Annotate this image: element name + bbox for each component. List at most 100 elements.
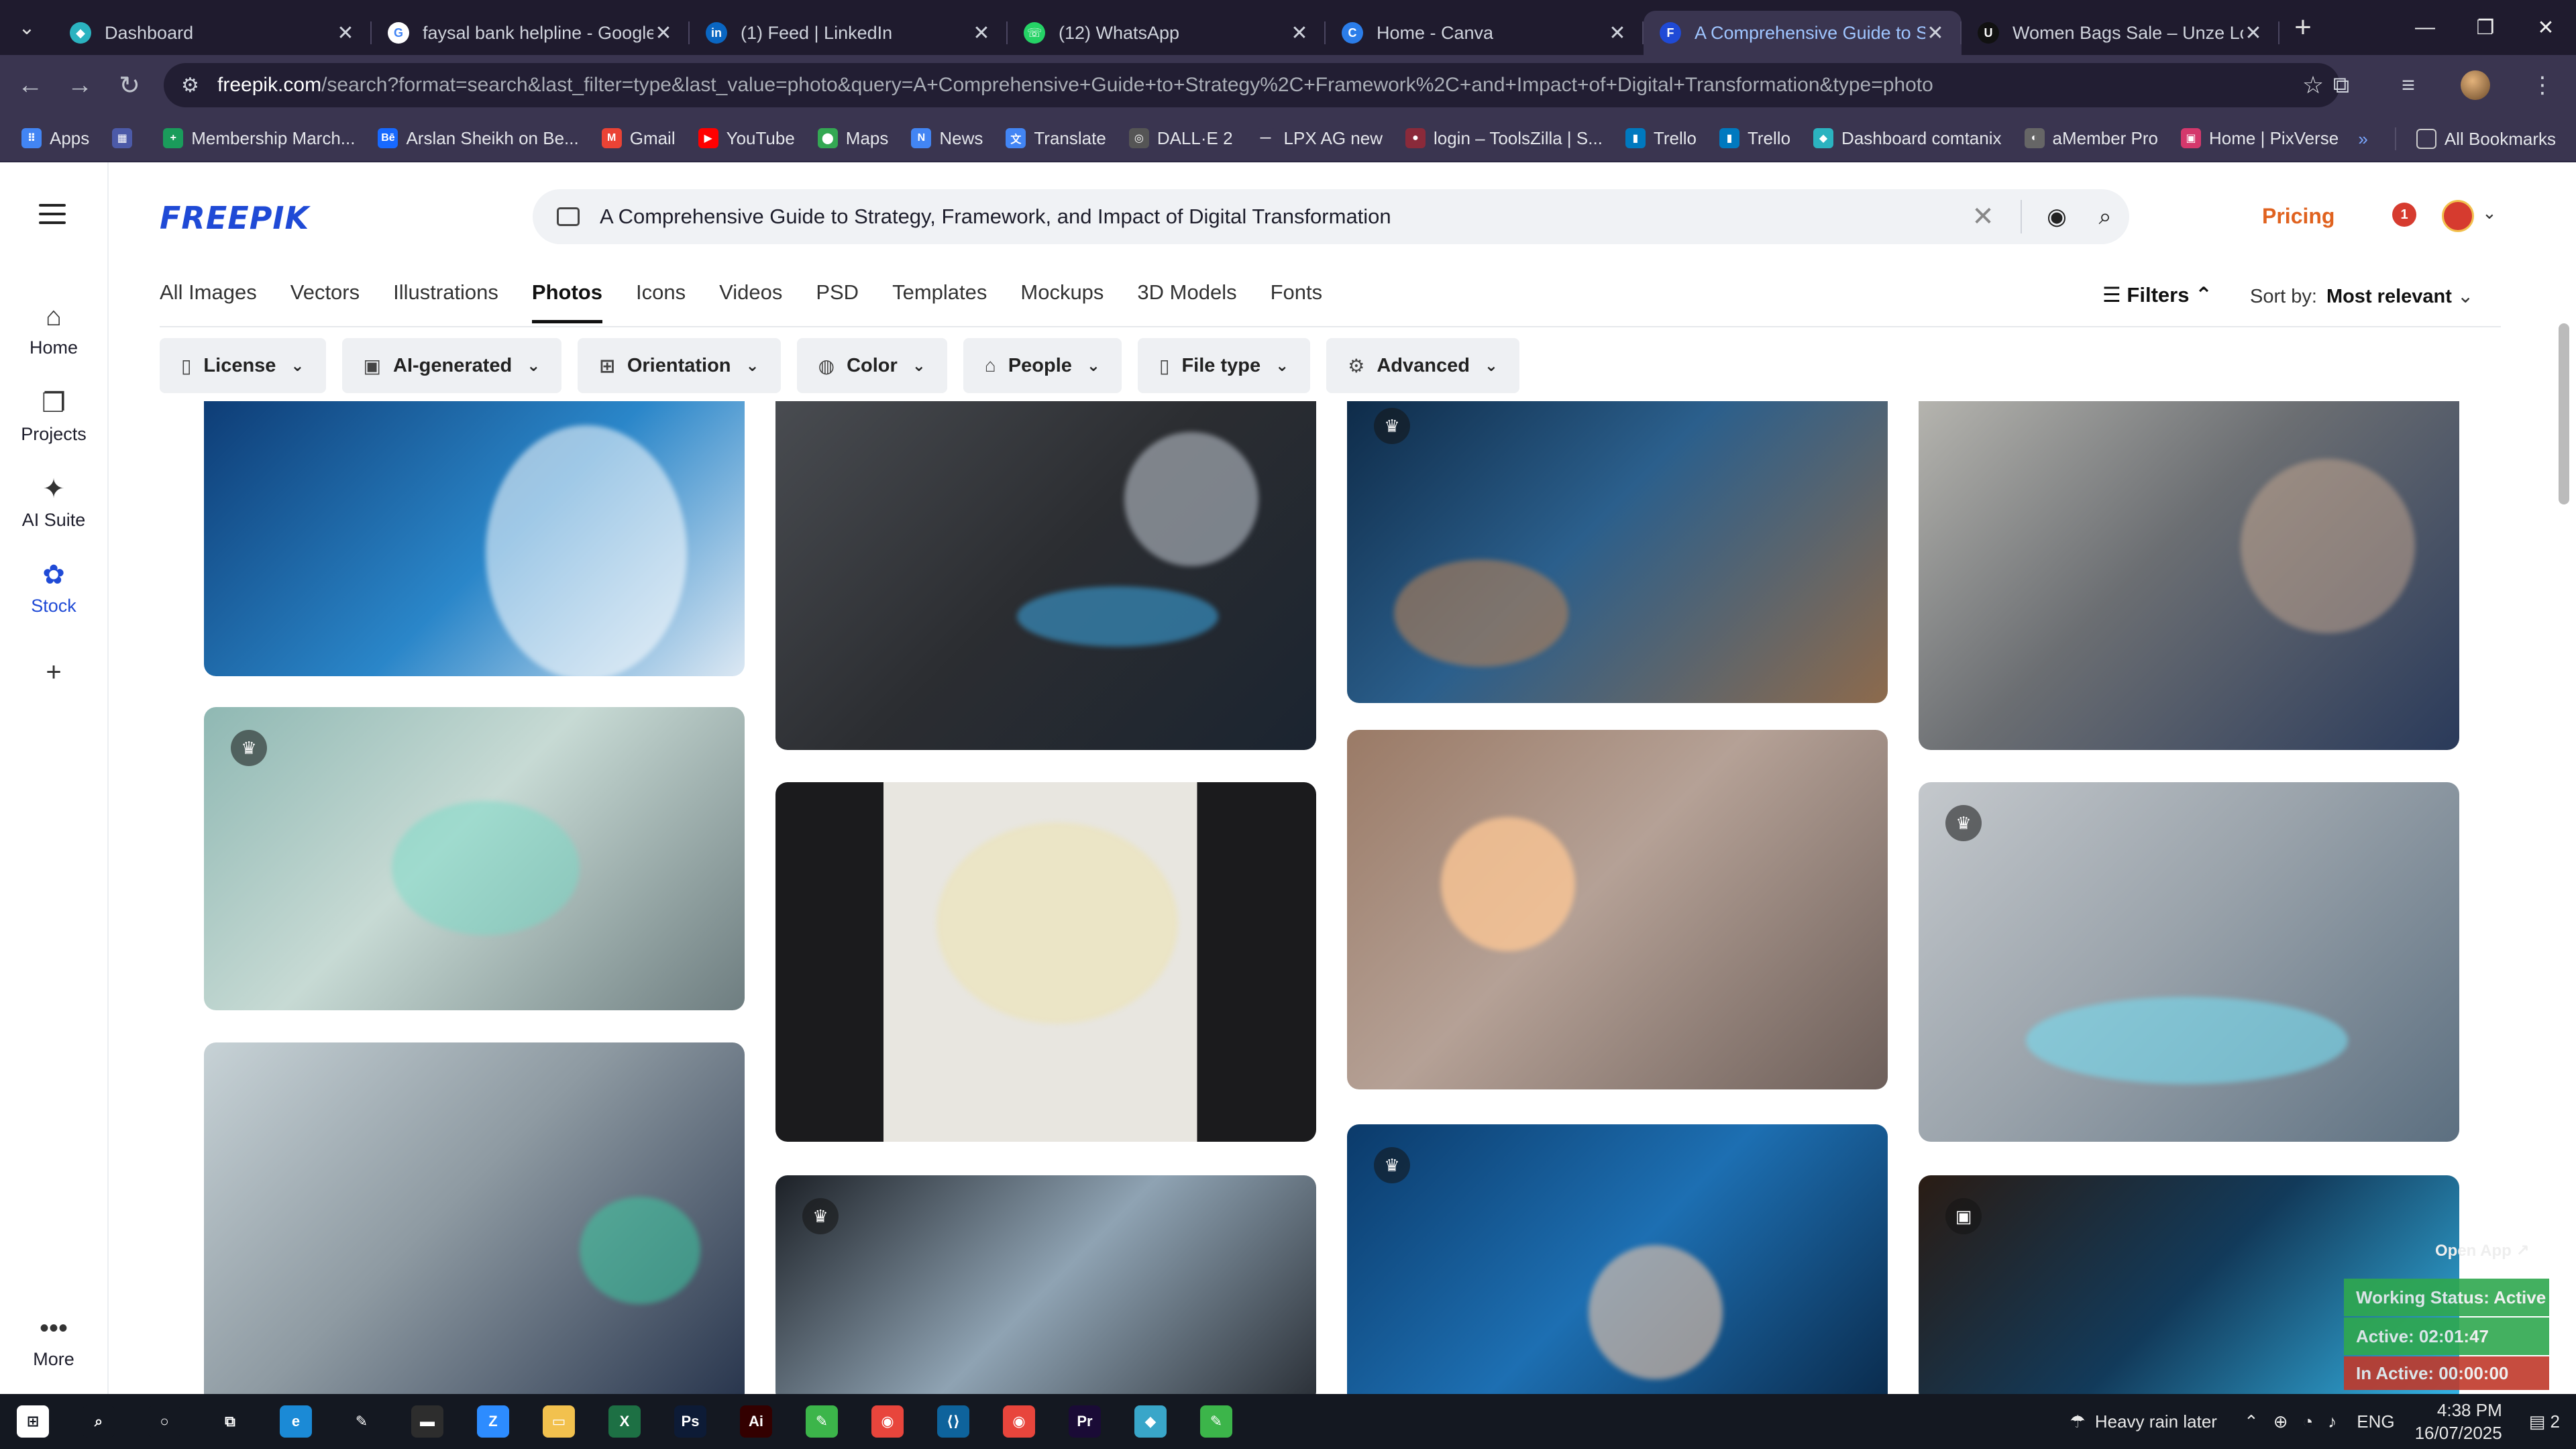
bookmark-item[interactable]: ▶ YouTube bbox=[698, 128, 795, 149]
taskview-icon[interactable]: ⧉ bbox=[197, 1394, 263, 1449]
new-tab-button[interactable]: + bbox=[2279, 11, 2326, 44]
photo-card[interactable] bbox=[1919, 401, 2459, 750]
notification-center-icon[interactable]: ▤ 2 bbox=[2529, 1411, 2560, 1432]
category-tab[interactable]: Vectors bbox=[290, 280, 360, 323]
media-icon[interactable]: ≡ bbox=[2375, 72, 2442, 99]
chrome-icon[interactable]: ◉ bbox=[855, 1394, 920, 1449]
windows-icon[interactable]: ⊞ bbox=[0, 1394, 66, 1449]
photo-card[interactable]: ♛ bbox=[1919, 782, 2459, 1142]
category-tab[interactable]: Videos bbox=[719, 280, 782, 323]
clock[interactable]: 4:38 PM 16/07/2025 bbox=[2415, 1399, 2502, 1444]
explorer-icon[interactable]: ▭ bbox=[526, 1394, 592, 1449]
back-icon[interactable]: ← bbox=[5, 71, 55, 100]
browser-tab[interactable]: ☏ (12) WhatsApp ✕ bbox=[1008, 11, 1326, 55]
category-tab[interactable]: Illustrations bbox=[393, 280, 498, 323]
close-tab-icon[interactable]: ✕ bbox=[971, 21, 991, 45]
more-bookmarks-icon[interactable]: » bbox=[2358, 129, 2367, 150]
sort-dropdown[interactable]: Sort by: Most relevant ⌄ bbox=[2250, 284, 2473, 308]
illustrator-icon[interactable]: Ai bbox=[723, 1394, 789, 1449]
app-teal-icon[interactable]: ◆ bbox=[1118, 1394, 1183, 1449]
reload-icon[interactable]: ↻ bbox=[105, 70, 154, 101]
pen-icon[interactable]: ✎ bbox=[329, 1394, 394, 1449]
bookmark-item[interactable]: ◆ Dashboard comtanix bbox=[1813, 128, 2002, 149]
category-tab[interactable]: Fonts bbox=[1271, 280, 1323, 323]
page-scrollbar[interactable] bbox=[2559, 323, 2569, 504]
search-icon[interactable]: ⌕ bbox=[66, 1394, 131, 1449]
close-tab-icon[interactable]: ✕ bbox=[1607, 21, 1627, 45]
app-green-icon[interactable]: ✎ bbox=[789, 1394, 855, 1449]
close-tab-icon[interactable]: ✕ bbox=[2243, 21, 2263, 45]
bookmark-item[interactable]: Bē Arslan Sheikh on Be... bbox=[378, 128, 579, 149]
chevron-down-icon[interactable]: ⌄ bbox=[2482, 203, 2497, 223]
search-bar[interactable]: A Comprehensive Guide to Strategy, Frame… bbox=[533, 189, 2129, 244]
minimize-icon[interactable]: — bbox=[2395, 0, 2455, 55]
tray-chevron-icon[interactable]: ⌃ bbox=[2244, 1411, 2259, 1432]
filter-chip[interactable]: ⚙ Advanced ⌄ bbox=[1326, 338, 1520, 393]
close-tab-icon[interactable]: ✕ bbox=[1289, 21, 1309, 45]
filter-chip[interactable]: ▯ File type ⌄ bbox=[1138, 338, 1311, 393]
open-app-link[interactable]: Open App ↗ bbox=[2435, 1241, 2530, 1260]
photo-card[interactable] bbox=[775, 782, 1316, 1142]
bookmark-item[interactable]: + Membership March... bbox=[163, 128, 355, 149]
filters-button[interactable]: ☰ Filters ⌃ bbox=[2102, 283, 2212, 307]
photoshop-icon[interactable]: Ps bbox=[657, 1394, 723, 1449]
cortana-icon[interactable]: ○ bbox=[131, 1394, 197, 1449]
bookmark-item[interactable]: ◐ aMember Pro bbox=[2024, 128, 2158, 149]
hamburger-menu-icon[interactable] bbox=[39, 204, 66, 230]
pricing-link[interactable]: Pricing bbox=[2262, 204, 2334, 229]
bookmark-item[interactable]: ▮ Trello bbox=[1625, 128, 1697, 149]
forward-icon[interactable]: → bbox=[55, 71, 105, 100]
freepik-logo[interactable]: FREEPIK bbox=[160, 200, 309, 236]
language-indicator[interactable]: ENG bbox=[2357, 1411, 2394, 1432]
image-type-icon[interactable] bbox=[557, 207, 580, 226]
photo-card[interactable]: ♛ bbox=[775, 1175, 1316, 1394]
photo-card[interactable] bbox=[204, 1042, 745, 1394]
tab-search-icon[interactable]: ⌄ bbox=[0, 0, 54, 55]
all-bookmarks-folder[interactable]: All Bookmarks bbox=[2416, 129, 2556, 150]
bookmark-item[interactable]: ⠿ Apps bbox=[21, 128, 89, 149]
restore-icon[interactable]: ❐ bbox=[2455, 0, 2516, 55]
photo-card[interactable] bbox=[775, 401, 1316, 750]
browser-tab[interactable]: G faysal bank helpline - Google S ✕ bbox=[372, 11, 690, 55]
chrome-menu-icon[interactable]: ⋮ bbox=[2509, 72, 2576, 99]
app-green-2-icon[interactable]: ✎ bbox=[1183, 1394, 1249, 1449]
filter-chip[interactable]: ▯ License ⌄ bbox=[160, 338, 326, 393]
close-window-icon[interactable]: ✕ bbox=[2516, 0, 2576, 55]
photo-card[interactable] bbox=[1347, 730, 1888, 1089]
search-input[interactable]: A Comprehensive Guide to Strategy, Frame… bbox=[600, 205, 1956, 229]
clear-search-icon[interactable]: ✕ bbox=[1956, 201, 2010, 232]
browser-tab[interactable]: in (1) Feed | LinkedIn ✕ bbox=[690, 11, 1008, 55]
camera-search-icon[interactable]: ◉ bbox=[2033, 203, 2081, 230]
close-tab-icon[interactable]: ✕ bbox=[653, 21, 674, 45]
sidebar-item[interactable]: ⌂ Home bbox=[0, 302, 107, 358]
profile-avatar[interactable] bbox=[2461, 70, 2490, 100]
address-bar[interactable]: ⚙ freepik.com/search?format=search&last_… bbox=[164, 63, 2340, 107]
bookmark-item[interactable]: N News bbox=[911, 128, 983, 149]
notification-badge[interactable]: 1 bbox=[2392, 203, 2416, 227]
filter-chip[interactable]: ⊞ Orientation ⌄ bbox=[578, 338, 781, 393]
browser-tab[interactable]: F A Comprehensive Guide to Stra ✕ bbox=[1644, 11, 1962, 55]
weather-icon[interactable]: ☂ bbox=[2070, 1411, 2086, 1432]
bookmark-item[interactable]: M Gmail bbox=[601, 128, 676, 149]
browser-tab[interactable]: U Women Bags Sale – Unze Lond ✕ bbox=[1962, 11, 2279, 55]
bookmark-item[interactable]: ▮ Trello bbox=[1719, 128, 1790, 149]
category-tab[interactable]: PSD bbox=[816, 280, 859, 323]
zoom-icon[interactable]: Z bbox=[460, 1394, 526, 1449]
network-icon[interactable]: ⊕ bbox=[2273, 1411, 2288, 1432]
weather-text[interactable]: Heavy rain later bbox=[2095, 1411, 2217, 1432]
chrome-2-icon[interactable]: ◉ bbox=[986, 1394, 1052, 1449]
category-tab[interactable]: Mockups bbox=[1020, 280, 1104, 323]
bookmark-item[interactable]: 文 Translate bbox=[1006, 128, 1106, 149]
wifi-icon[interactable]: ◔ bbox=[2303, 1411, 2314, 1432]
photo-card[interactable] bbox=[204, 401, 745, 676]
close-tab-icon[interactable]: ✕ bbox=[335, 21, 356, 45]
browser-tab[interactable]: ◆ Dashboard ✕ bbox=[54, 11, 372, 55]
browser-tab[interactable]: C Home - Canva ✕ bbox=[1326, 11, 1644, 55]
category-tab[interactable]: Photos bbox=[531, 280, 602, 323]
photo-card[interactable]: ♛ bbox=[1347, 1124, 1888, 1394]
premiere-icon[interactable]: Pr bbox=[1052, 1394, 1118, 1449]
photo-card[interactable]: ♛ bbox=[204, 707, 745, 1010]
extensions-icon[interactable]: ⧉ bbox=[2308, 72, 2375, 99]
bookmark-item[interactable]: ● login – ToolsZilla | S... bbox=[1405, 128, 1603, 149]
search-icon[interactable]: ⌕ bbox=[2081, 204, 2129, 230]
